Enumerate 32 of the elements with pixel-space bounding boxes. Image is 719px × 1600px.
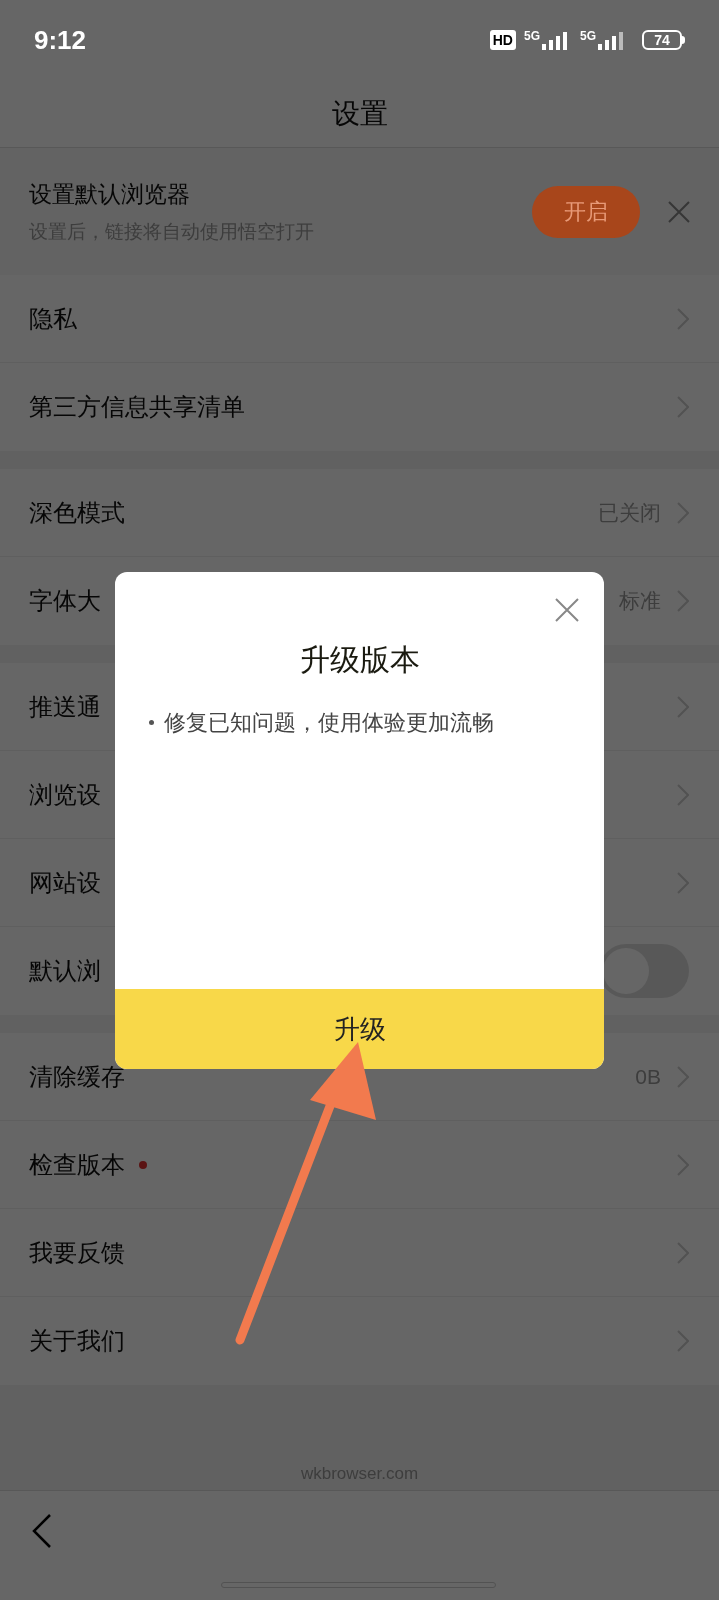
- settings-row[interactable]: 关于我们: [0, 1297, 719, 1385]
- upgrade-button[interactable]: 升级: [115, 989, 604, 1069]
- close-icon[interactable]: [668, 200, 690, 223]
- row-label: 浏览设: [29, 779, 101, 810]
- settings-row[interactable]: 我要反馈: [0, 1209, 719, 1297]
- row-label: 检查版本: [29, 1149, 125, 1180]
- bullet-icon: [149, 720, 154, 725]
- row-label: 推送通: [29, 691, 101, 722]
- row-label: 我要反馈: [29, 1237, 125, 1268]
- settings-row[interactable]: 隐私: [0, 275, 719, 363]
- back-icon[interactable]: [32, 1513, 52, 1549]
- close-icon[interactable]: [555, 598, 579, 622]
- settings-row[interactable]: 第三方信息共享清单: [0, 363, 719, 451]
- row-label: 字体大: [29, 586, 101, 616]
- row-label: 默认浏: [29, 956, 101, 986]
- battery-tip: [682, 36, 685, 44]
- hd-indicator: HD: [489, 30, 516, 50]
- network-label: 5G: [523, 30, 540, 42]
- network-label: 5G: [580, 30, 596, 42]
- row-label: 关于我们: [29, 1326, 125, 1356]
- enable-button[interactable]: 开启: [532, 185, 640, 238]
- settings-row[interactable]: 检查版本: [0, 1121, 719, 1209]
- row-label: 第三方信息共享清单: [29, 392, 245, 422]
- row-label: 隐私: [29, 303, 77, 334]
- banner-title: 设置默认浏览器: [29, 180, 191, 209]
- dialog-title: 升级版本: [299, 642, 420, 678]
- update-note: 修复已知问题，使用体验更加流畅: [164, 709, 494, 737]
- status-time: 9:12: [34, 23, 87, 57]
- row-label: 深色模式: [29, 497, 125, 528]
- row-label: 网站设: [29, 867, 101, 898]
- page-title: 设置: [331, 96, 388, 131]
- battery-indicator: 74: [642, 30, 682, 50]
